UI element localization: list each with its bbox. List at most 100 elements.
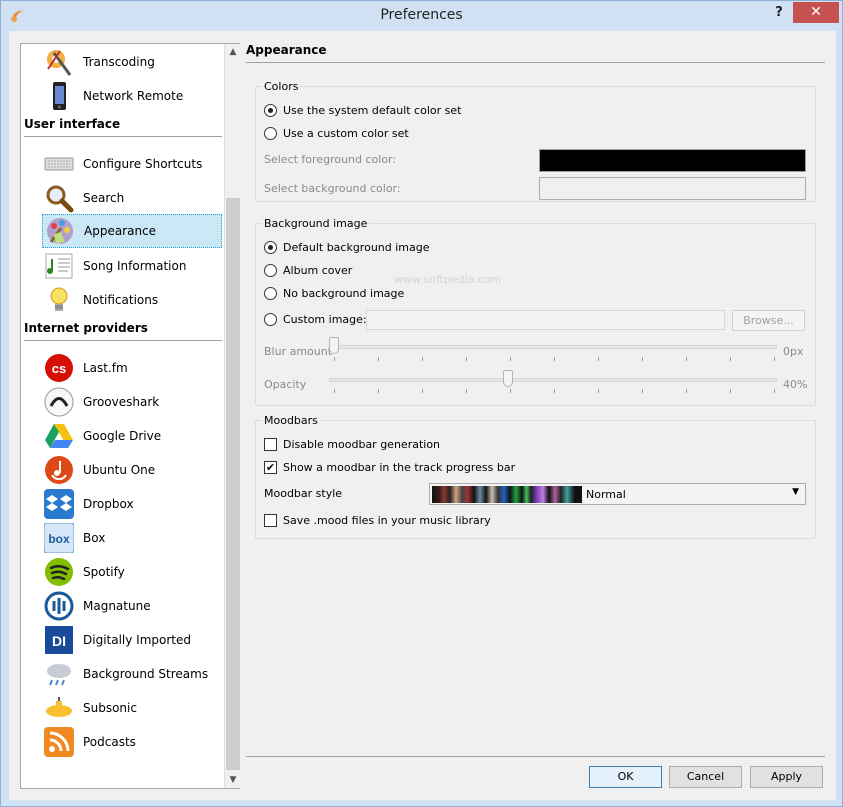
- magnatune-icon: [43, 590, 75, 622]
- checkbox-unchecked[interactable]: [264, 438, 277, 451]
- moodbar-style-label: Moodbar style: [264, 487, 343, 500]
- preferences-window: Preferences ? ✕ Transcoding Network Remo…: [0, 0, 843, 807]
- ubuntu-one-icon: [43, 454, 75, 486]
- sidebar-item-notifications[interactable]: Notifications: [21, 283, 223, 317]
- rss-icon: [43, 726, 75, 758]
- radio-album-cover[interactable]: Album cover: [264, 264, 352, 277]
- phone-icon: [43, 80, 75, 112]
- opacity-label: Opacity: [264, 378, 307, 391]
- radio-no-bg[interactable]: No background image: [264, 287, 404, 300]
- page-title: Appearance: [246, 43, 327, 57]
- moodbar-style-value: Normal: [586, 488, 626, 501]
- section-user-interface: User interface: [24, 113, 222, 137]
- lightbulb-icon: [43, 284, 75, 316]
- box-icon: box: [43, 522, 75, 554]
- sidebar-item-search[interactable]: Search: [21, 181, 223, 215]
- sidebar-item-dropbox[interactable]: Dropbox: [21, 487, 223, 521]
- tick: [598, 357, 599, 361]
- browse-button[interactable]: Browse...: [732, 310, 805, 331]
- sidebar-item-transcoding[interactable]: Transcoding: [21, 45, 223, 79]
- help-button[interactable]: ?: [769, 3, 789, 23]
- ok-button[interactable]: OK: [589, 766, 662, 788]
- opacity-value: 40%: [783, 378, 808, 391]
- tick: [730, 357, 731, 361]
- section-internet-providers: Internet providers: [24, 317, 222, 341]
- sidebar-item-label: Ubuntu One: [83, 463, 156, 477]
- radio-custom-colors[interactable]: Use a custom color set: [264, 127, 409, 140]
- sidebar-item-grooveshark[interactable]: Grooveshark: [21, 385, 223, 419]
- radio-custom-image[interactable]: Custom image:: [264, 313, 367, 326]
- music-note-icon: [43, 250, 75, 282]
- apply-button[interactable]: Apply: [750, 766, 823, 788]
- submarine-icon: [43, 692, 75, 724]
- checkbox-unchecked[interactable]: [264, 514, 277, 527]
- sidebar-item-appearance[interactable]: Appearance: [42, 214, 222, 248]
- tick: [422, 389, 423, 393]
- fg-color-swatch[interactable]: [539, 149, 806, 172]
- radio-unselected[interactable]: [264, 264, 277, 277]
- sidebar-item-spotify[interactable]: Spotify: [21, 555, 223, 589]
- radio-system-colors[interactable]: Use the system default color set: [264, 104, 461, 117]
- tick: [466, 357, 467, 361]
- palette-icon: [44, 215, 76, 247]
- scrollbar-thumb[interactable]: [226, 198, 240, 770]
- opacity-slider-thumb[interactable]: [503, 370, 513, 387]
- google-drive-icon: [43, 420, 75, 452]
- sidebar-item-label: Spotify: [83, 565, 125, 579]
- checkbox-show-moodbar[interactable]: ✔ Show a moodbar in the track progress ba…: [264, 461, 515, 474]
- sidebar-item-label: Digitally Imported: [83, 633, 191, 647]
- close-button[interactable]: ✕: [793, 2, 839, 23]
- checkmark-icon[interactable]: ✔: [264, 461, 277, 474]
- sidebar-item-magnatune[interactable]: Magnatune: [21, 589, 223, 623]
- radio-unselected[interactable]: [264, 127, 277, 140]
- cancel-button[interactable]: Cancel: [669, 766, 742, 788]
- moodbar-preview: [432, 486, 582, 503]
- checkbox-disable-moodbar[interactable]: Disable moodbar generation: [264, 438, 440, 451]
- tick: [642, 389, 643, 393]
- sidebar-item-label: Search: [83, 191, 125, 205]
- tick: [378, 389, 379, 393]
- radio-unselected[interactable]: [264, 287, 277, 300]
- sidebar-item-configure-shortcuts[interactable]: Configure Shortcuts: [21, 147, 223, 181]
- sidebar-item-podcasts[interactable]: Podcasts: [21, 725, 223, 759]
- opacity-slider-track[interactable]: [329, 378, 777, 382]
- tick: [554, 389, 555, 393]
- scroll-up-icon[interactable]: ▲: [225, 44, 241, 60]
- moodbar-style-select[interactable]: Normal ▼: [429, 483, 806, 505]
- tick: [686, 389, 687, 393]
- sidebar-item-label: Song Information: [83, 259, 187, 273]
- radio-default-bg[interactable]: Default background image: [264, 241, 430, 254]
- sidebar-item-background-streams[interactable]: Background Streams: [21, 657, 223, 691]
- sidebar-item-subsonic[interactable]: Subsonic: [21, 691, 223, 725]
- scroll-down-icon[interactable]: ▼: [225, 772, 241, 788]
- sidebar-item-digitally-imported[interactable]: DI Digitally Imported: [21, 623, 223, 657]
- keyboard-icon: [43, 148, 75, 180]
- sidebar-item-network-remote[interactable]: Network Remote: [21, 79, 223, 113]
- bg-color-swatch[interactable]: [539, 177, 806, 200]
- checkbox-save-mood[interactable]: Save .mood files in your music library: [264, 514, 491, 527]
- blur-slider-track[interactable]: [329, 345, 777, 349]
- sidebar-item-ubuntu-one[interactable]: Ubuntu One: [21, 453, 223, 487]
- sidebar-item-google-drive[interactable]: Google Drive: [21, 419, 223, 453]
- window-title: Preferences: [380, 7, 463, 23]
- custom-image-path-field[interactable]: [366, 310, 725, 330]
- blur-slider-thumb[interactable]: [329, 337, 339, 354]
- sidebar-scrollbar[interactable]: ▲ ▼: [224, 44, 240, 788]
- sidebar-item-song-information[interactable]: Song Information: [21, 249, 223, 283]
- title-bar: Preferences ? ✕: [1, 1, 842, 31]
- radio-selected[interactable]: [264, 241, 277, 254]
- tick: [466, 389, 467, 393]
- tick: [774, 389, 775, 393]
- grooveshark-icon: [43, 386, 75, 418]
- tick: [730, 389, 731, 393]
- blur-value: 0px: [783, 345, 804, 358]
- sidebar-item-label: Box: [83, 531, 106, 545]
- sidebar-item-box[interactable]: box Box: [21, 521, 223, 555]
- lastfm-icon: cs: [43, 352, 75, 384]
- sidebar-item-label: Appearance: [84, 224, 157, 238]
- radio-selected[interactable]: [264, 104, 277, 117]
- radio-unselected[interactable]: [264, 313, 277, 326]
- dialog-body: Transcoding Network Remote User interfac…: [9, 31, 836, 800]
- settings-sidebar: Transcoding Network Remote User interfac…: [20, 43, 240, 789]
- sidebar-item-lastfm[interactable]: cs Last.fm: [21, 351, 223, 385]
